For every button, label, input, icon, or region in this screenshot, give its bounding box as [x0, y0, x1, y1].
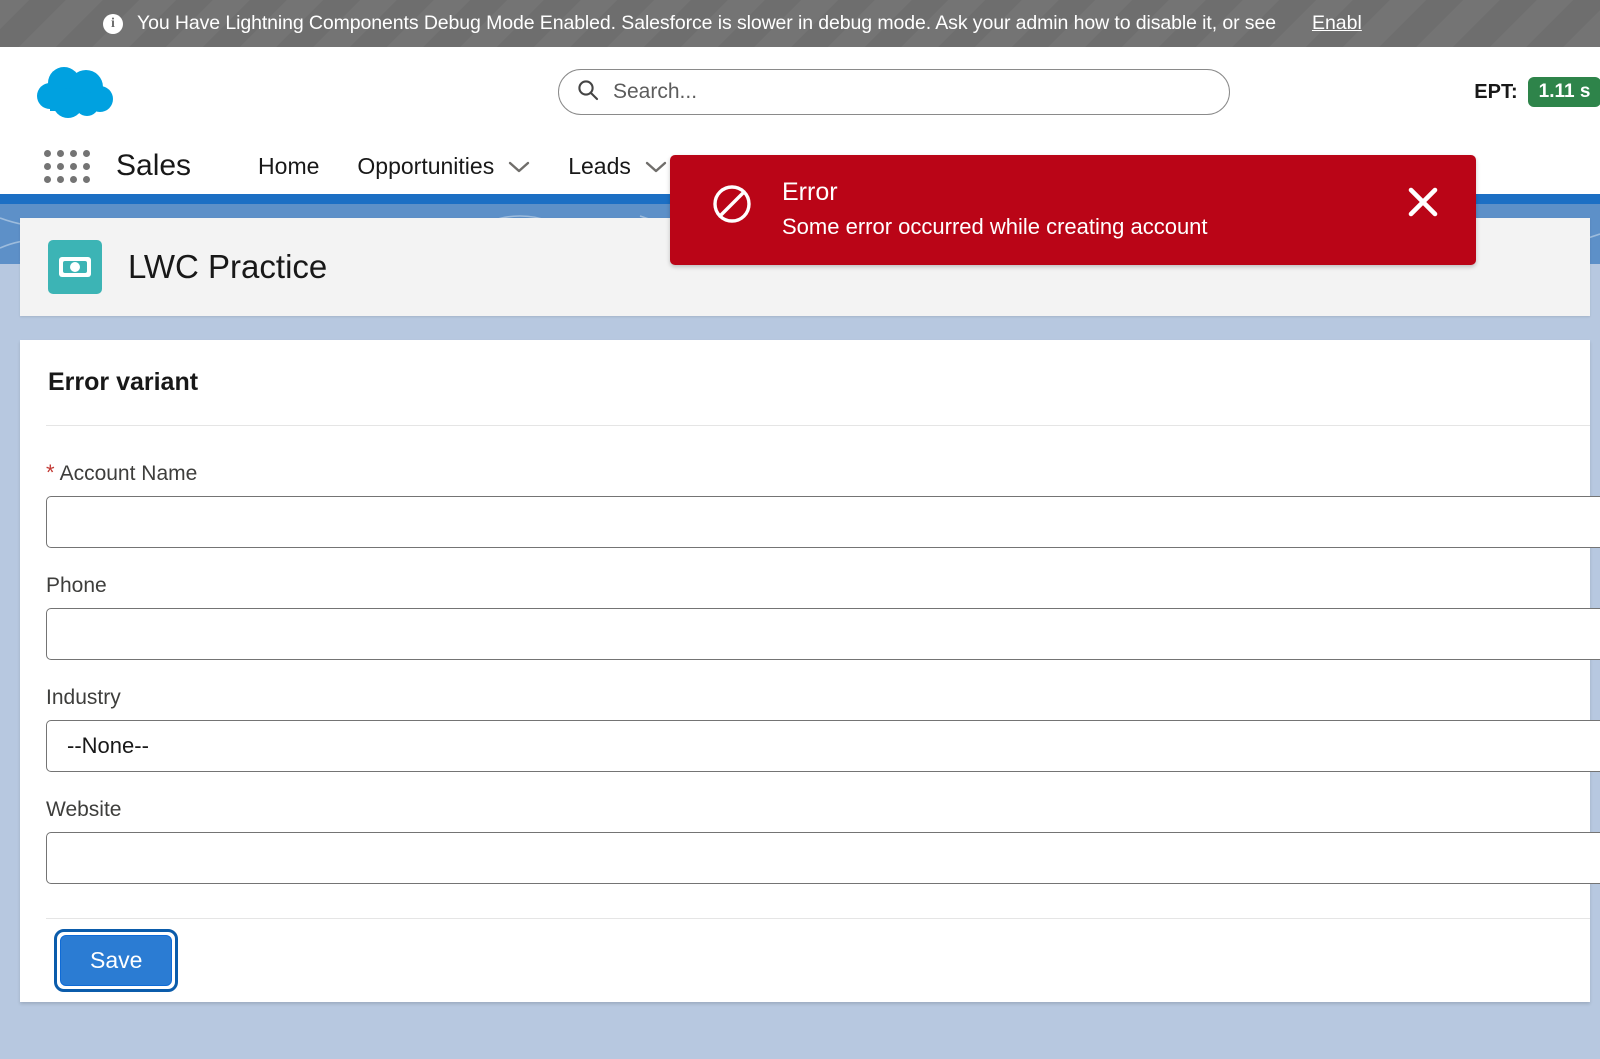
error-toast: Error Some error occurred while creating…: [670, 155, 1476, 265]
ept-value-badge: 1.11 s: [1527, 77, 1600, 107]
toast-message: Some error occurred while creating accou…: [782, 214, 1208, 240]
field-label: Phone: [46, 574, 107, 597]
field-label: Website: [46, 798, 122, 821]
field-industry: Industry --None--: [46, 686, 1600, 772]
ept-indicator: EPT: 1.11 s 4: [1474, 77, 1600, 107]
page-title: LWC Practice: [128, 248, 328, 285]
ept-label: EPT:: [1474, 80, 1518, 103]
phone-input[interactable]: [46, 608, 1600, 660]
debug-mode-banner: i You Have Lightning Components Debug Mo…: [0, 0, 1600, 47]
card-title: Error variant: [48, 368, 199, 396]
search-icon: [577, 79, 599, 106]
nav-item-label: Home: [258, 152, 320, 179]
chevron-down-icon[interactable]: [508, 153, 530, 180]
close-icon[interactable]: [1404, 183, 1442, 224]
chevron-down-icon[interactable]: [645, 153, 667, 180]
page-container: LWC Practice Error variant * Account Nam…: [20, 218, 1600, 1002]
field-website: Website: [46, 798, 1600, 884]
salesforce-cloud-logo[interactable]: [30, 63, 120, 128]
nav-item-label: Opportunities: [357, 152, 495, 179]
banknote-icon: [48, 240, 102, 294]
debug-banner-text: You Have Lightning Components Debug Mode…: [137, 12, 1276, 34]
nav-item-home[interactable]: Home: [239, 153, 338, 180]
field-label-wrap: Website: [46, 798, 1590, 822]
ban-icon: [710, 182, 754, 231]
nav-item-label: Leads: [568, 152, 631, 179]
global-search-box[interactable]: Search...: [558, 69, 1230, 115]
toast-title: Error: [782, 178, 838, 206]
nav-item-opportunities[interactable]: Opportunities: [338, 153, 549, 180]
nav-item-leads[interactable]: Leads: [549, 153, 686, 180]
info-icon: i: [103, 13, 123, 34]
form-fields: * Account Name Phone Industry --None-- W…: [46, 425, 1600, 1002]
field-phone: Phone: [46, 574, 1600, 660]
toast-text-wrap: Error Some error occurred while creating…: [782, 177, 1404, 240]
search-input-placeholder: Search...: [613, 80, 698, 103]
save-button[interactable]: Save: [60, 935, 173, 986]
save-button-focus-ring: Save: [54, 929, 179, 992]
field-account-name: * Account Name: [46, 460, 1600, 548]
field-label-wrap: Industry: [46, 686, 1590, 710]
field-label: Account Name: [59, 462, 198, 485]
website-input[interactable]: [46, 832, 1600, 884]
account-name-input[interactable]: [46, 496, 1600, 548]
app-name-label: Sales: [116, 149, 192, 182]
required-asterisk: *: [46, 460, 55, 485]
debug-banner-link[interactable]: Enabl: [1312, 12, 1362, 35]
field-label: Industry: [46, 686, 121, 709]
field-label-wrap: Phone: [46, 574, 1590, 598]
card-footer: Save: [46, 918, 1590, 1002]
app-launcher-grid-icon[interactable]: [44, 149, 90, 183]
industry-select[interactable]: --None--: [46, 720, 1600, 772]
field-label-wrap: * Account Name: [46, 460, 1590, 486]
form-card: Error variant * Account Name Phone Indus…: [20, 340, 1600, 1002]
